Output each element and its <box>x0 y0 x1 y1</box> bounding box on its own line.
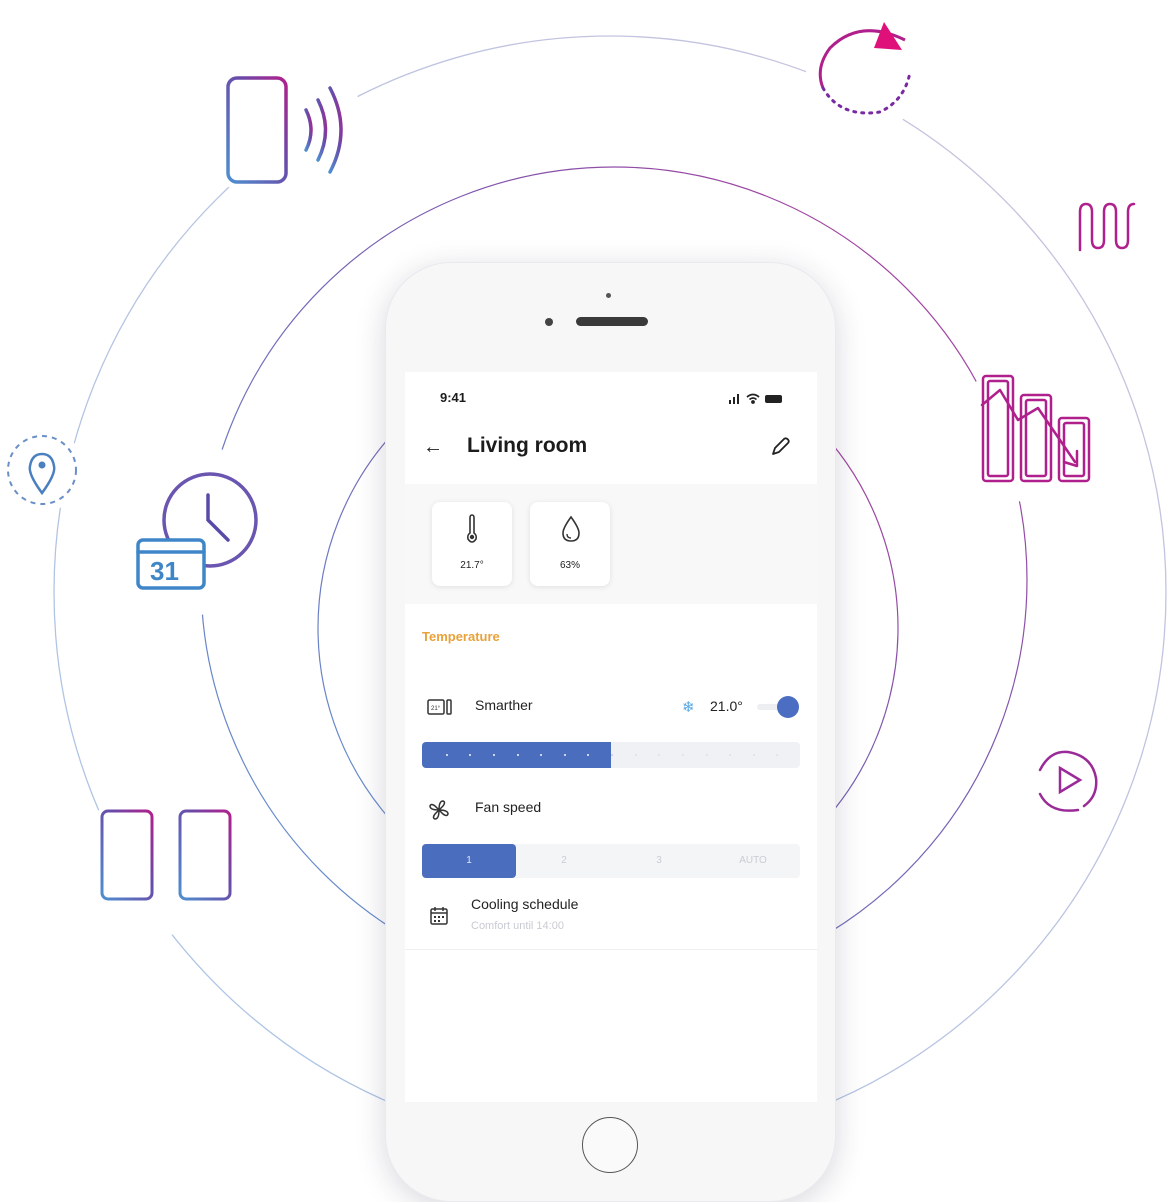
slider-tick <box>752 754 755 756</box>
temperature-value: 21.7° <box>460 560 484 571</box>
schedule-title[interactable]: Cooling schedule <box>471 896 578 912</box>
slider-tick <box>587 754 590 756</box>
proximity-sensor <box>545 318 553 326</box>
slider-tick <box>634 754 637 756</box>
status-time: 9:41 <box>440 390 467 405</box>
edit-pencil-icon[interactable] <box>769 436 791 458</box>
fan-speed-label: Fan speed <box>475 799 542 815</box>
fan-speed-option-auto[interactable]: AUTO <box>706 844 800 878</box>
slider-tick <box>563 754 566 756</box>
calendar-icon <box>430 907 448 925</box>
earpiece-speaker <box>576 317 648 326</box>
schedule-subtitle: Comfort until 14:00 <box>471 920 564 932</box>
fan-speed-option-2[interactable]: 2 <box>517 844 611 878</box>
slider-tick <box>705 754 708 756</box>
thermostat-device-icon: 21° <box>427 699 452 715</box>
app-screen: 9:41 ← Living room 21.7° 63% Temperature… <box>405 372 817 1102</box>
slider-tick <box>516 754 519 756</box>
slider-tick <box>658 754 661 756</box>
humidity-drop-icon <box>562 515 580 542</box>
slider-tick <box>776 754 779 756</box>
slider-tick <box>729 754 732 756</box>
back-arrow-icon[interactable]: ← <box>423 436 443 459</box>
device-name: Smarther <box>475 697 533 713</box>
slider-tick <box>469 754 472 756</box>
svg-text:31: 31 <box>150 556 179 586</box>
slider-tick <box>492 754 495 756</box>
fan-speed-option-3[interactable]: 3 <box>612 844 706 878</box>
slider-tick <box>540 754 543 756</box>
battery-icon <box>765 395 782 403</box>
temperature-sensor-card: 21.7° <box>432 502 512 586</box>
slider-tick <box>611 754 613 756</box>
signal-icon <box>729 394 739 404</box>
power-toggle[interactable] <box>777 696 799 718</box>
divider <box>405 949 817 950</box>
section-title: Temperature <box>422 629 500 644</box>
status-icons <box>729 393 782 404</box>
fan-icon <box>429 800 449 820</box>
slider-tick <box>445 754 448 756</box>
svg-text:21°: 21° <box>431 706 441 712</box>
fan-speed-option-1[interactable]: 1 <box>422 844 516 878</box>
snowflake-icon: ❄ <box>682 699 695 716</box>
fan-speed-selector: 1 2 3 AUTO <box>422 844 800 878</box>
page-title: Living room <box>467 434 588 457</box>
setpoint-value: 21.0° <box>710 698 743 714</box>
home-button[interactable] <box>582 1117 638 1173</box>
humidity-value: 63% <box>559 560 580 571</box>
thermometer-icon <box>466 514 478 543</box>
humidity-sensor-card: 63% <box>530 502 610 586</box>
front-camera <box>606 293 611 298</box>
wifi-icon <box>746 393 760 404</box>
slider-tick <box>681 754 684 756</box>
